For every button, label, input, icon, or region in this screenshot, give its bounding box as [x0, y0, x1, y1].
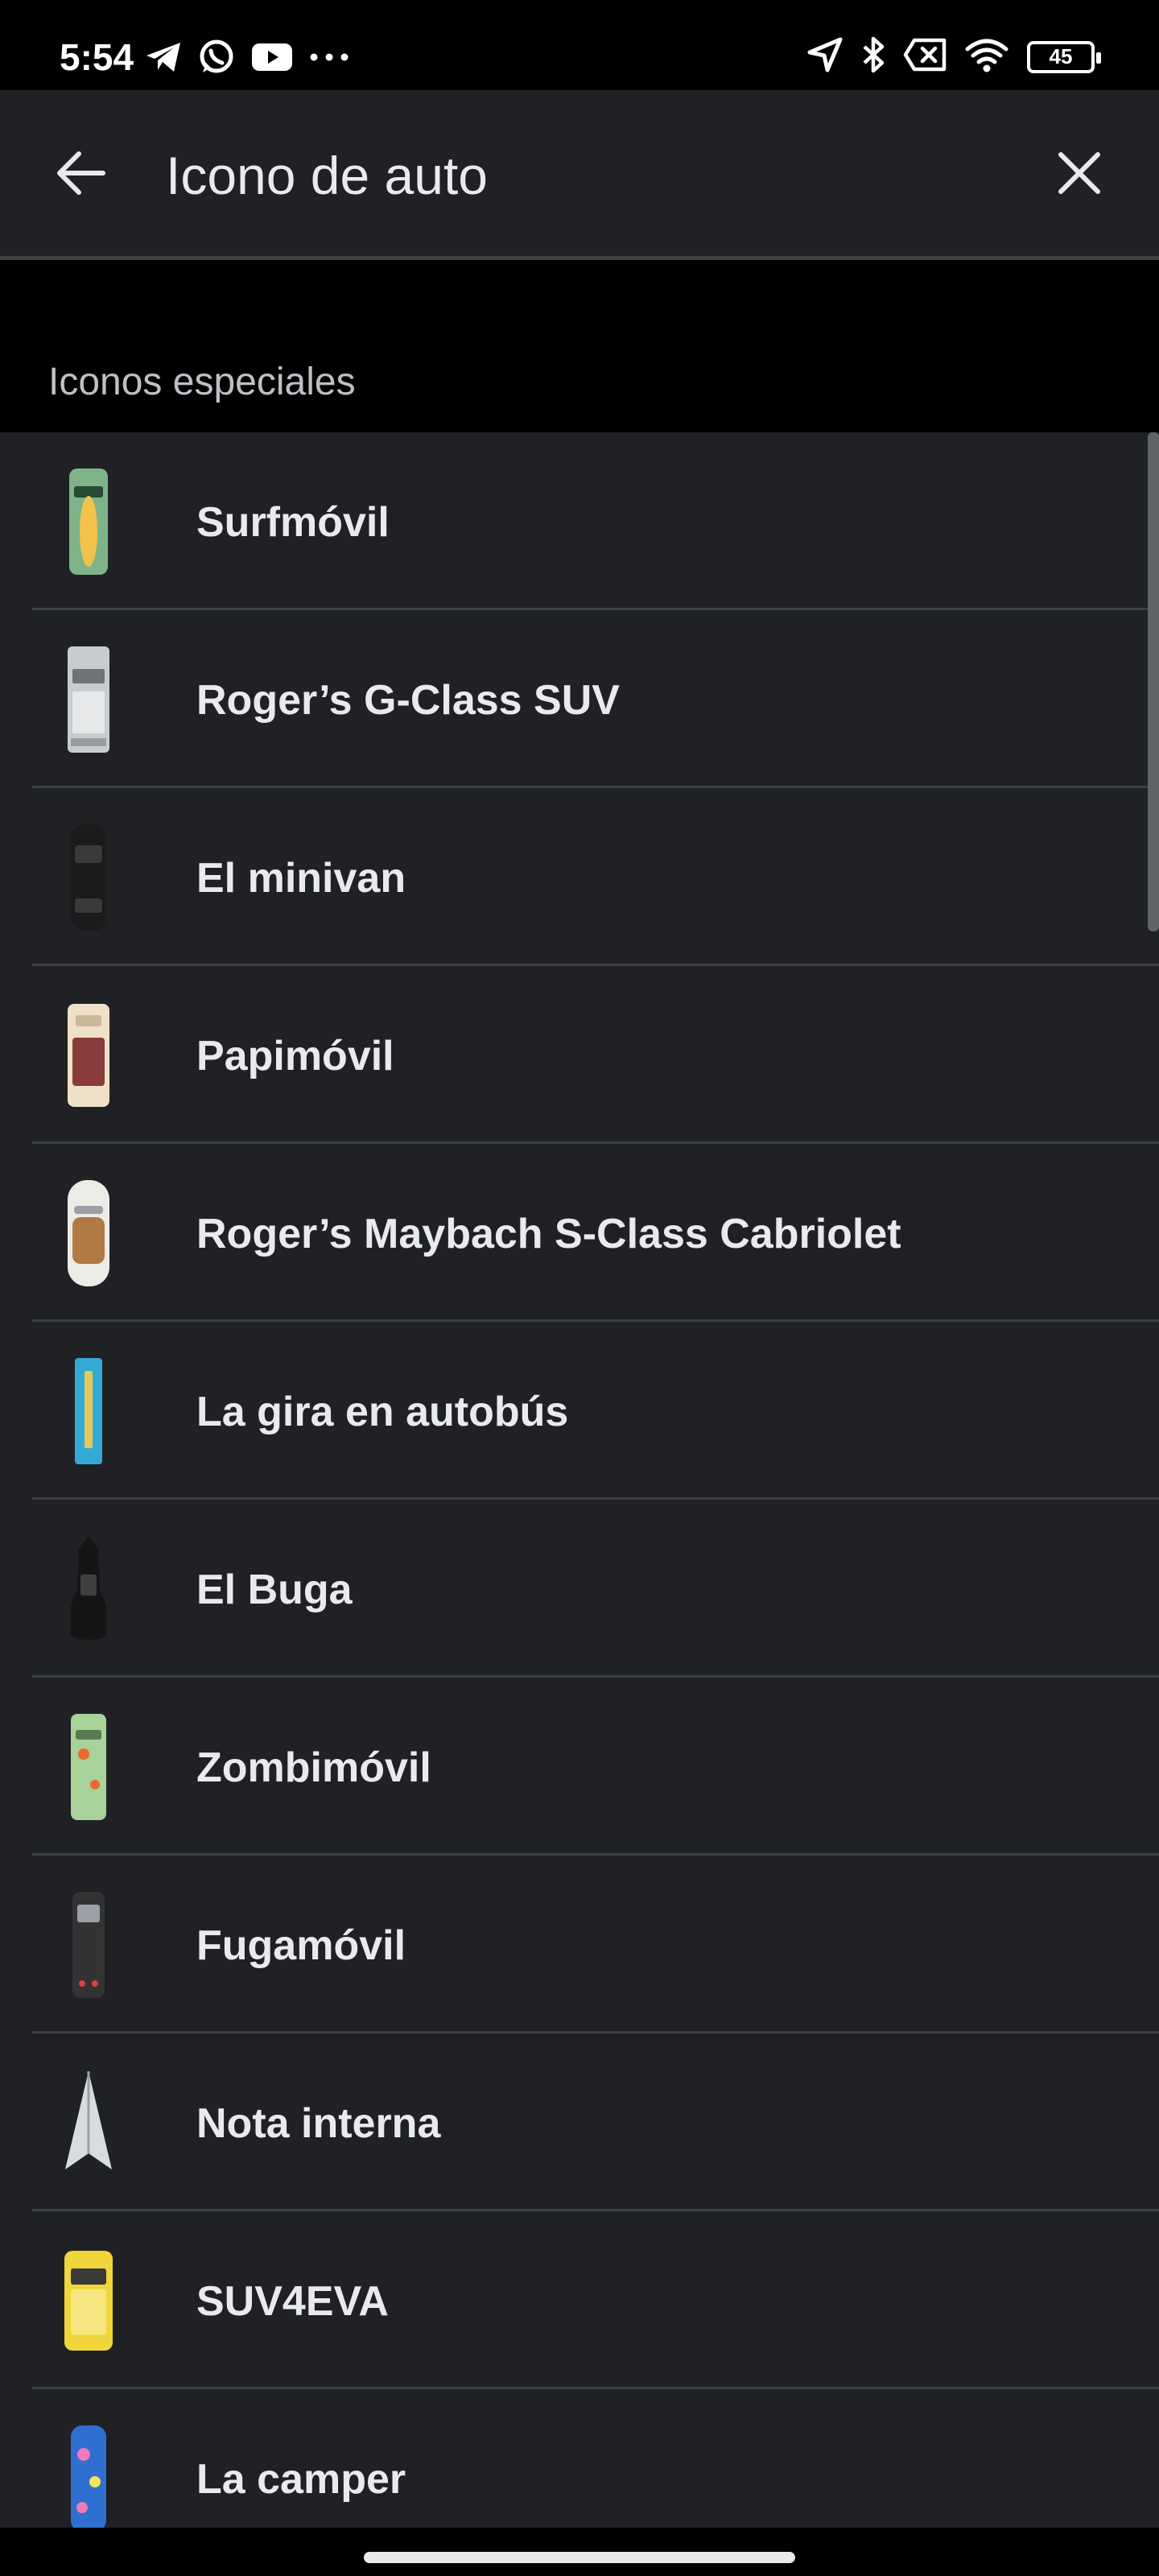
tour-bus-icon — [56, 1351, 121, 1472]
papimovil-icon — [56, 995, 121, 1116]
list-item-zombimovil[interactable]: Zombimóvil — [0, 1678, 1159, 1856]
minivan-icon — [56, 817, 121, 938]
surf-car-icon — [56, 461, 121, 582]
camper-icon — [56, 2418, 121, 2528]
section-header: Iconos especiales — [0, 260, 1159, 432]
getaway-car-icon — [56, 1885, 121, 2005]
item-label: Zombimóvil — [196, 1744, 431, 1791]
status-left-icons — [145, 39, 349, 80]
list-item-papimovil[interactable]: Papimóvil — [0, 966, 1159, 1144]
back-button[interactable] — [50, 143, 113, 206]
list-item-maybach-cabriolet[interactable]: Roger’s Maybach S-Class Cabriolet — [0, 1144, 1159, 1322]
maybach-cabriolet-icon — [56, 1173, 121, 1294]
vehicle-icon-list: Surfmóvil Roger’s G-Class SUV El minivan… — [0, 432, 1159, 2528]
item-label: Roger’s G-Class SUV — [196, 677, 620, 724]
more-icon — [309, 52, 349, 67]
item-label: El minivan — [196, 855, 406, 902]
item-label: Surfmóvil — [196, 499, 390, 546]
close-icon — [1058, 151, 1101, 199]
paper-plane-icon — [56, 2062, 121, 2183]
item-label: SUV4EVA — [196, 2278, 389, 2325]
telegram-icon — [145, 41, 182, 77]
whatsapp-icon — [198, 39, 235, 80]
page-title: Icono de auto — [166, 146, 488, 205]
battery-icon: 45 — [1027, 40, 1101, 73]
item-label: La gira en autobús — [196, 1389, 569, 1435]
list-item-buga[interactable]: El Buga — [0, 1500, 1159, 1678]
location-icon — [806, 36, 843, 77]
g-class-suv-icon — [56, 639, 121, 760]
item-label: Papimóvil — [196, 1033, 394, 1080]
wifi-icon — [964, 36, 1009, 77]
item-label: Fugamóvil — [196, 1922, 406, 1969]
item-label: Nota interna — [196, 2100, 441, 2147]
list-item-la-camper[interactable]: La camper — [0, 2389, 1159, 2528]
list-item-suv4eva[interactable]: SUV4EVA — [0, 2211, 1159, 2389]
list-item-fugamovil[interactable]: Fugamóvil — [0, 1856, 1159, 2033]
buga-icon — [56, 1529, 121, 1649]
zombie-car-icon — [56, 1707, 121, 1827]
status-right-icons: 45 — [806, 35, 1101, 78]
close-button[interactable] — [1048, 143, 1111, 206]
home-gesture-handle[interactable] — [364, 2552, 795, 2563]
status-bar: 5:54 45 — [0, 0, 1159, 90]
youtube-icon — [251, 41, 293, 77]
item-label: Roger’s Maybach S-Class Cabriolet — [196, 1211, 901, 1257]
list-item-minivan[interactable]: El minivan — [0, 788, 1159, 966]
section-label: Iconos especiales — [48, 361, 356, 403]
bluetooth-icon — [861, 35, 885, 78]
list-item-nota-interna[interactable]: Nota interna — [0, 2033, 1159, 2211]
app-bar: Icono de auto — [0, 90, 1159, 256]
list-item-tour-bus[interactable]: La gira en autobús — [0, 1322, 1159, 1500]
item-label: El Buga — [196, 1567, 353, 1613]
arrow-back-icon — [56, 151, 106, 200]
item-label: La camper — [196, 2456, 406, 2503]
list-item-g-class-suv[interactable]: Roger’s G-Class SUV — [0, 610, 1159, 788]
no-sim-icon — [903, 38, 947, 76]
scrollbar[interactable] — [1148, 432, 1159, 931]
gesture-area — [0, 2528, 1159, 2576]
suv4eva-icon — [56, 2240, 121, 2361]
status-time: 5:54 — [60, 36, 134, 78]
list-item-surfmovil[interactable]: Surfmóvil — [0, 432, 1159, 610]
